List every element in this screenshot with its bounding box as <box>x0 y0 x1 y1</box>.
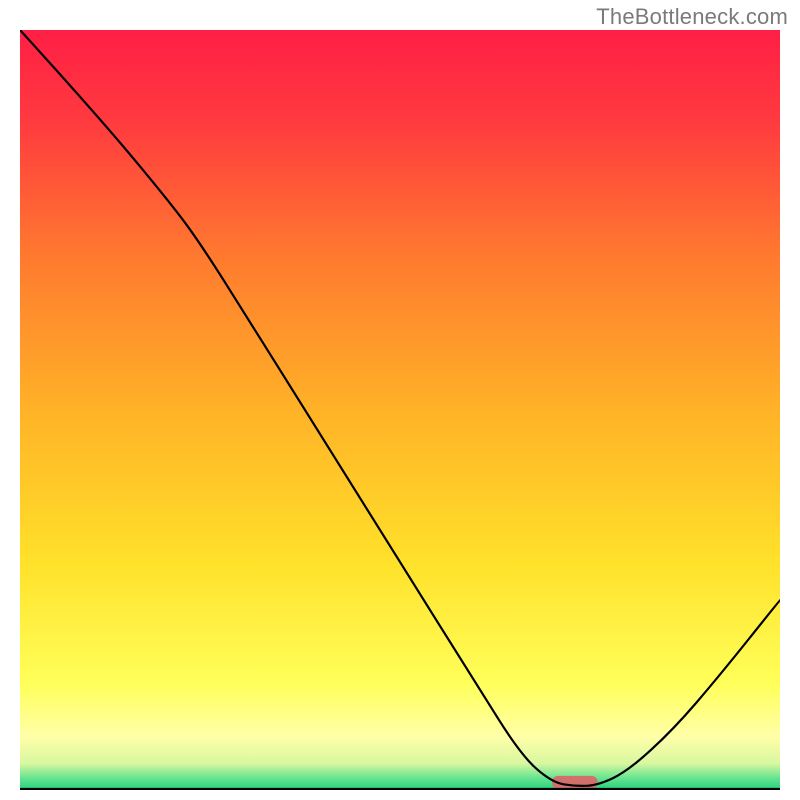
chart-container: TheBottleneck.com <box>0 0 800 800</box>
attribution-text: TheBottleneck.com <box>596 4 788 30</box>
heatmap-background <box>20 30 780 790</box>
chart-svg <box>20 30 780 790</box>
plot-area <box>20 30 780 790</box>
